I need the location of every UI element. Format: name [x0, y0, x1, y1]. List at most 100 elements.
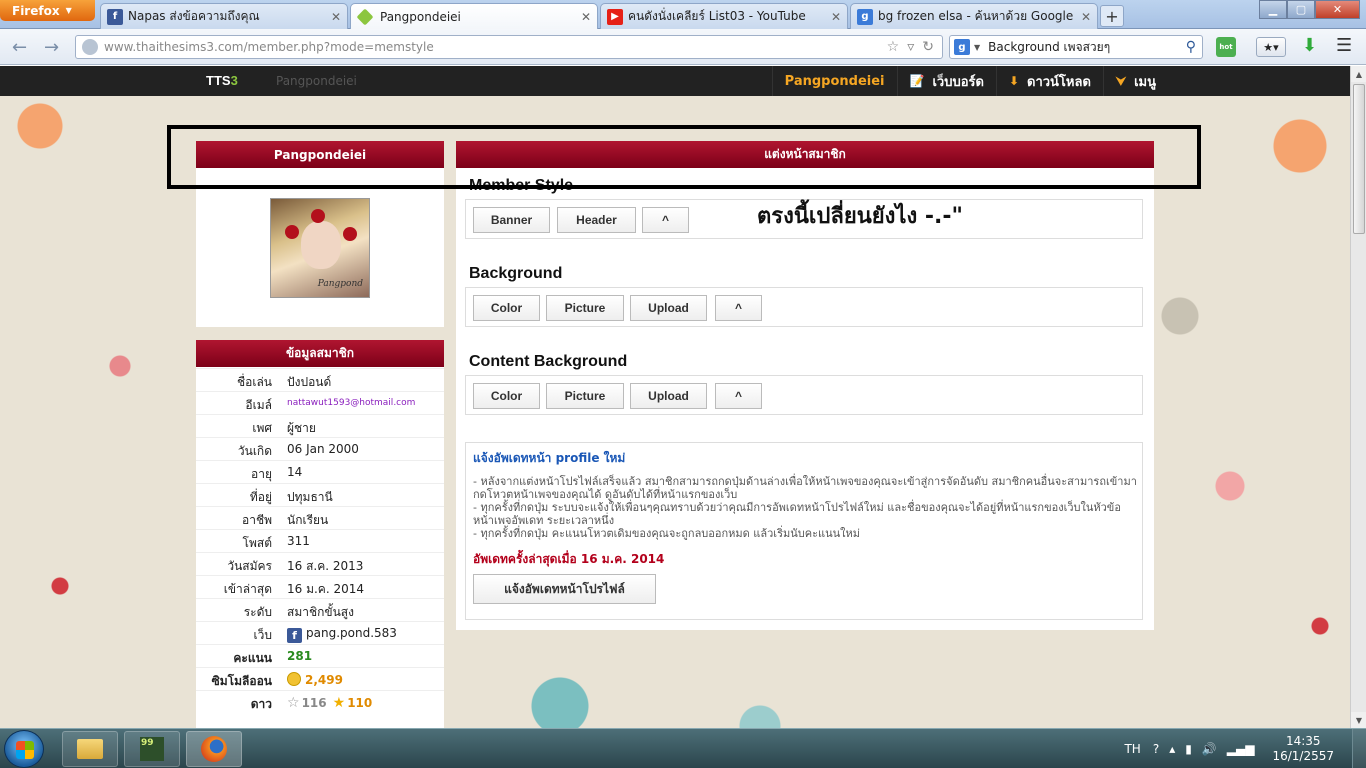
- browser-tab-4[interactable]: g bg frozen elsa - ค้นหาด้วย Google ✕: [850, 3, 1098, 29]
- bookmark-star-icon[interactable]: ☆: [887, 39, 900, 55]
- reload-icon[interactable]: ↻: [922, 39, 934, 55]
- scroll-up-icon[interactable]: ▲: [1351, 66, 1366, 82]
- start-button[interactable]: [4, 730, 44, 768]
- info-row-simoleons: ซิมโมลีออน 2,499: [196, 667, 444, 690]
- new-tab-button[interactable]: +: [1100, 5, 1124, 27]
- chevron-down-icon[interactable]: ▼: [974, 43, 980, 52]
- network-icon[interactable]: ▂▄▆: [1227, 742, 1255, 756]
- email-link[interactable]: nattawut1593@hotmail.com: [287, 398, 415, 408]
- page-background: TTS3 Pangpondeiei Pangpondeiei 📝 เว็บบอร์…: [0, 66, 1350, 728]
- browser-tab-2[interactable]: Pangpondeiei ✕: [350, 3, 598, 30]
- taskbar-firefox[interactable]: [186, 731, 242, 767]
- info-row-stars: ดาว ☆ 116 ★ 110: [196, 690, 444, 713]
- taskbar-sims[interactable]: 99: [124, 731, 180, 767]
- logo-main: TTS: [206, 73, 231, 88]
- system-tray: TH ? ▴ ▮ 🔊 ▂▄▆ 14:35 16/1/2557: [1124, 729, 1366, 768]
- bookmarks-button[interactable]: ★▾: [1256, 37, 1286, 57]
- browser-tab-strip: Firefox ▼ f Napas ส่งข้อความถึงคุณ ✕ Pan…: [0, 0, 1366, 30]
- nav-user[interactable]: Pangpondeiei: [771, 66, 897, 96]
- search-bar[interactable]: g ▼ Background เพจสวยๆ ⚲: [949, 35, 1203, 59]
- avatar[interactable]: Pangpond: [270, 198, 370, 298]
- info-label: ดาว: [250, 697, 272, 711]
- star-icon: ★: [332, 695, 346, 711]
- facebook-icon: f: [287, 628, 302, 643]
- folder-icon: [77, 739, 103, 759]
- info-label: คะแนน: [233, 651, 272, 665]
- rose-decoration: [311, 209, 325, 223]
- firefox-menu-button[interactable]: Firefox ▼: [0, 0, 95, 21]
- taskbar-explorer[interactable]: [62, 731, 118, 767]
- nav-download[interactable]: ⬇ ดาวน์โหลด: [995, 66, 1103, 96]
- addon-icon[interactable]: hot: [1216, 37, 1236, 57]
- notice-title: แจ้งอัพเดทหน้า profile ใหม่: [473, 451, 626, 465]
- window-controls: ▁ ▢ ✕: [1259, 0, 1360, 19]
- avatar-signature: Pangpond: [317, 279, 363, 289]
- scroll-down-icon[interactable]: ▼: [1351, 712, 1366, 728]
- address-bar[interactable]: www.thaithesims3.com/member.php?mode=mem…: [75, 35, 943, 59]
- info-row-rank: ระดับ สมาชิกขั้นสูง: [196, 598, 444, 621]
- banner-button[interactable]: Banner: [473, 207, 550, 233]
- simoleons-value: 2,499: [287, 672, 343, 687]
- close-tab-icon[interactable]: ✕: [1081, 10, 1091, 24]
- show-desktop-button[interactable]: [1352, 729, 1366, 768]
- dropdown-arrow-icon[interactable]: ▿: [907, 39, 914, 55]
- bg-upload-button[interactable]: Upload: [630, 295, 707, 321]
- logo-accent: 3: [230, 73, 238, 88]
- content-color-button[interactable]: Color: [473, 383, 540, 409]
- notice-line: - ทุกครั้งที่กดปุ่ม ระบบจะแจ้งให้เพื่อนๆ…: [473, 501, 1121, 527]
- info-label: เพศ: [252, 421, 272, 435]
- globe-icon: [82, 39, 98, 55]
- info-label: ชื่อเล่น: [236, 375, 272, 389]
- info-row-nickname: ชื่อเล่น ปังปอนด์: [196, 368, 444, 391]
- info-value: ปังปอนด์: [287, 375, 332, 389]
- browser-tab-3[interactable]: ▶ คนดังนั่งเคลียร์ List03 - YouTube ✕: [600, 3, 848, 29]
- volume-icon[interactable]: 🔊: [1202, 742, 1217, 756]
- device-icon[interactable]: ▮: [1185, 742, 1192, 756]
- rose-decoration: [285, 225, 299, 239]
- clock[interactable]: 14:35 16/1/2557: [1272, 734, 1334, 764]
- info-row-posts: โพสต์ 311: [196, 529, 444, 552]
- browser-tab-1[interactable]: f Napas ส่งข้อความถึงคุณ ✕: [100, 3, 348, 29]
- forward-arrow-icon[interactable]: →: [44, 37, 59, 58]
- points-value: 281: [287, 649, 313, 663]
- bg-collapse-button[interactable]: ^: [715, 295, 762, 321]
- content-upload-button[interactable]: Upload: [630, 383, 707, 409]
- close-tab-icon[interactable]: ✕: [831, 10, 841, 24]
- download-arrow-icon[interactable]: ⬇: [1302, 35, 1317, 56]
- content-picture-button[interactable]: Picture: [546, 383, 624, 409]
- notify-profile-update-button[interactable]: แจ้งอัพเดทหน้าโปรไฟล์: [473, 574, 656, 604]
- nav-menu[interactable]: ⮟ เมนู: [1102, 66, 1168, 96]
- help-icon[interactable]: ?: [1153, 742, 1159, 756]
- content-background-title: Content Background: [469, 353, 628, 370]
- content-collapse-button[interactable]: ^: [715, 383, 762, 409]
- collapse-button[interactable]: ^: [642, 207, 689, 233]
- nav-webboard[interactable]: 📝 เว็บบอร์ด: [896, 66, 996, 96]
- bg-picture-button[interactable]: Picture: [546, 295, 624, 321]
- site-nav: Pangpondeiei 📝 เว็บบอร์ด ⬇ ดาวน์โหลด ⮟ เมนู: [771, 66, 1168, 96]
- page-scrollbar[interactable]: ▲ ▼: [1350, 66, 1366, 728]
- facebook-link[interactable]: f pang.pond.583: [287, 626, 397, 643]
- close-window-button[interactable]: ✕: [1315, 0, 1360, 19]
- close-tab-icon[interactable]: ✕: [581, 10, 591, 24]
- tab-label: bg frozen elsa - ค้นหาด้วย Google: [878, 9, 1074, 23]
- header-button[interactable]: Header: [557, 207, 636, 233]
- show-hidden-icons-icon[interactable]: ▴: [1169, 742, 1175, 756]
- google-search-icon[interactable]: g: [954, 39, 970, 55]
- search-input[interactable]: Background เพจสวยๆ: [988, 38, 1186, 57]
- info-value: 06 Jan 2000: [287, 442, 359, 456]
- site-logo[interactable]: TTS3: [206, 73, 238, 88]
- minimize-button[interactable]: ▁: [1259, 0, 1287, 19]
- background-buttons: Color Picture Upload ^: [465, 287, 1143, 327]
- site-breadcrumb[interactable]: Pangpondeiei: [276, 74, 357, 88]
- search-icon[interactable]: ⚲: [1186, 39, 1196, 55]
- language-indicator[interactable]: TH: [1124, 742, 1140, 756]
- back-arrow-icon[interactable]: ←: [12, 37, 27, 58]
- home-menu-icon[interactable]: ☰: [1336, 35, 1352, 56]
- sims-icon: 99: [140, 737, 164, 761]
- maximize-button[interactable]: ▢: [1287, 0, 1315, 19]
- close-tab-icon[interactable]: ✕: [331, 10, 341, 24]
- stars-gold-count: 110: [347, 696, 373, 710]
- bg-color-button[interactable]: Color: [473, 295, 540, 321]
- scroll-thumb[interactable]: [1353, 84, 1365, 234]
- simoleons-amount: 2,499: [305, 673, 343, 687]
